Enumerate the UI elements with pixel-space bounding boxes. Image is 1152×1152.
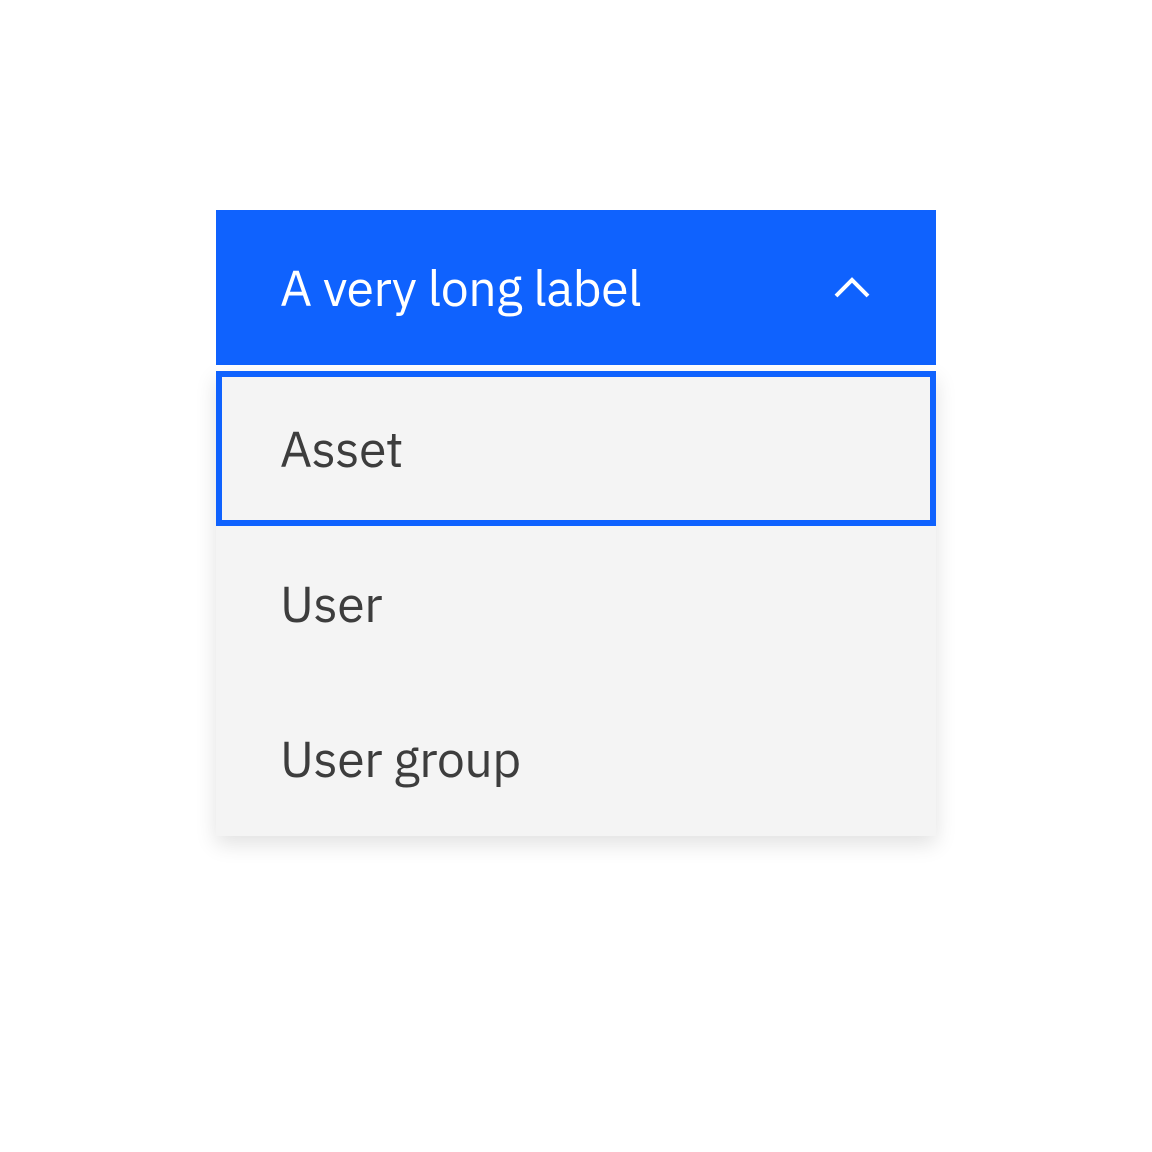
dropdown-item-label: User — [280, 571, 382, 636]
dropdown-item-user[interactable]: User — [216, 526, 936, 681]
dropdown-menu: Asset User User group — [216, 371, 936, 836]
dropdown-label: A very long label — [280, 255, 641, 320]
dropdown-item-user-group[interactable]: User group — [216, 681, 936, 836]
dropdown-item-asset[interactable]: Asset — [216, 371, 936, 526]
dropdown: A very long label Asset User User group — [216, 210, 936, 836]
chevron-up-icon — [832, 268, 872, 308]
dropdown-item-label: Asset — [280, 416, 403, 481]
dropdown-item-label: User group — [280, 726, 521, 791]
dropdown-trigger[interactable]: A very long label — [216, 210, 936, 365]
